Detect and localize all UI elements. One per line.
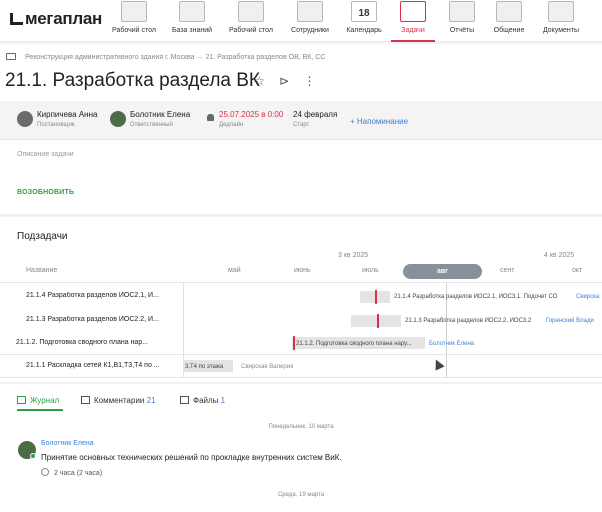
gantt-user[interactable]: Болотник Елена [429, 341, 474, 347]
table-row[interactable]: 21.1.4 Разработка разделов ИОС2.1, И... [26, 292, 178, 299]
nav-desktop[interactable]: Рабочий стол [104, 0, 164, 42]
bell-icon [207, 114, 214, 121]
comment-author[interactable]: Болотник Елена [41, 440, 94, 447]
divider [0, 377, 602, 378]
page-title: 21.1. Разработка раздела ВК [5, 70, 260, 91]
table-row[interactable]: 21.1.2. Подготовка сводного плана нар... [16, 339, 168, 346]
gantt-user[interactable]: Свирска [576, 294, 599, 300]
tasks-icon [400, 1, 426, 22]
top-navigation-bar: мегаплан Рабочий стол База знаний Рабочи… [0, 0, 602, 42]
gantt-user[interactable]: Горенский Влади [546, 318, 594, 324]
deadline-marker [293, 336, 295, 350]
logo-mark-icon [10, 13, 23, 25]
divider [0, 354, 602, 355]
folder-icon [6, 53, 16, 60]
subtasks-title: Подзадачи [17, 231, 68, 242]
date-separator: Понедельник, 10 марта [268, 424, 334, 430]
time-spent: 2 часа (2 часа) [41, 468, 102, 477]
tab-comments[interactable]: Комментарии 21 [81, 396, 156, 405]
divider [0, 282, 602, 283]
table-row[interactable]: 21.1.3 Разработка разделов ИОС2.2, И... [26, 316, 178, 323]
add-reminder-link[interactable]: + Напоминание [350, 117, 408, 126]
people-icon [297, 1, 323, 22]
month-label: сент [500, 267, 515, 274]
gantt-user[interactable]: Свирская Валерия [241, 364, 293, 370]
month-label: май [228, 267, 241, 274]
nav-documents[interactable]: Документы [531, 0, 591, 42]
list-icon [17, 396, 26, 404]
gantt-bar[interactable] [351, 315, 401, 327]
nav-knowledge-base[interactable]: База знаний [162, 0, 222, 42]
clock-icon [41, 468, 49, 476]
date-separator: Среда, 19 марта [277, 492, 325, 498]
tag-icon[interactable]: ⊳ [279, 74, 289, 88]
tab-files[interactable]: Файлы 1 [180, 396, 225, 405]
quarter-label: 4 кв 2025 [544, 252, 575, 259]
gantt-bar-label: 3,Т4 по этажа [185, 364, 224, 370]
star-icon[interactable]: ☆ [254, 74, 265, 88]
column-header-name: Название [26, 267, 58, 274]
book-icon [179, 1, 205, 22]
comment-text: Принятие основных технических решений по… [41, 453, 342, 462]
active-tab-indicator [17, 409, 63, 411]
nav-communication[interactable]: Общение [479, 0, 539, 42]
comment-icon [81, 396, 90, 404]
month-selected[interactable]: авг [403, 264, 482, 279]
folder-icon [548, 1, 574, 22]
nav-employees[interactable]: Сотрудники [280, 0, 340, 42]
gantt-bar-label: 21.1.2. Подготовка сводного плана нару..… [296, 341, 412, 347]
online-status-icon [30, 453, 36, 459]
megaplan-logo[interactable]: мегаплан [10, 9, 102, 29]
month-label: июнь [294, 267, 311, 274]
month-label: окт [572, 267, 583, 274]
calendar-icon: 18 [351, 1, 377, 22]
task-people-bar: Кирпичева Анна Постановщик Болотник Елен… [0, 101, 602, 140]
resume-button[interactable]: ВОЗОБНОВИТЬ [17, 189, 74, 196]
breadcrumb[interactable]: Реконструкция административного здания г… [6, 53, 325, 61]
tab-journal[interactable]: Журнал [17, 396, 59, 405]
chart-icon [449, 1, 475, 22]
avatar [17, 111, 33, 127]
file-icon [180, 396, 189, 404]
quarter-label: 3 кв 2025 [338, 252, 369, 259]
nav-desktop-2[interactable]: Рабочий стол [221, 0, 281, 42]
desktop-icon [121, 1, 147, 22]
avatar [110, 111, 126, 127]
chat-icon [496, 1, 522, 22]
table-row[interactable]: 21.1.1 Раскладка сетей К1,В1,Т3,Т4 по ..… [26, 362, 178, 369]
gantt-bar-label: 21.1.4 Разработка разделов ИОС2.1, ИОС3.… [394, 294, 558, 300]
title-actions: ☆ ⊳ ⋮ [254, 74, 327, 88]
deadline-marker [377, 314, 379, 328]
deadline-marker [375, 290, 377, 304]
month-label: июль [362, 267, 379, 274]
more-icon[interactable]: ⋮ [304, 74, 316, 88]
desktop-icon [238, 1, 264, 22]
description-field[interactable]: Описание задачи [17, 151, 74, 158]
gantt-bar-label: 21.1.3 Разработка разделов ИОС2.2, ИОС3.… [405, 318, 532, 324]
